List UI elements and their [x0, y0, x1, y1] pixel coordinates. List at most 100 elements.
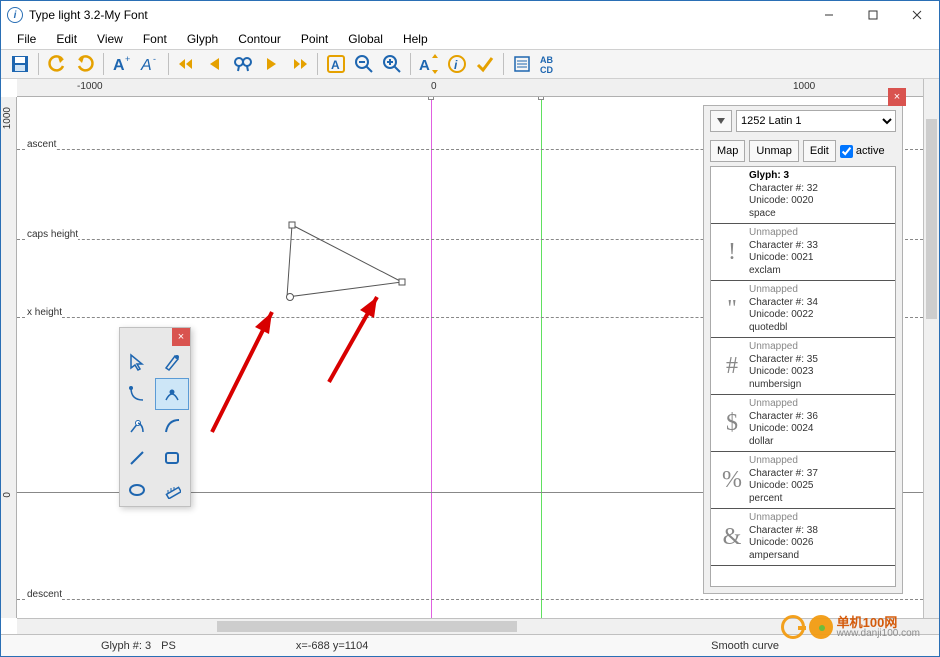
glyph-unicode: Unicode: 0022 — [749, 309, 814, 320]
glyph-name: percent — [749, 493, 782, 504]
svg-text:+: + — [125, 54, 130, 64]
prev-button[interactable] — [202, 51, 228, 77]
grid-button[interactable]: ABCD — [537, 51, 563, 77]
glyph-unicode: Unicode: 0020 — [749, 195, 814, 206]
glyph-name: exclam — [749, 265, 781, 276]
ruler-vertical[interactable]: 1000 0 — [1, 97, 17, 618]
font-smaller-button[interactable]: A- — [137, 51, 163, 77]
check-button[interactable] — [472, 51, 498, 77]
annotation-arrow — [197, 302, 287, 452]
scrollbar-thumb[interactable] — [217, 621, 517, 632]
tools-palette[interactable]: × — [119, 327, 191, 507]
glyph-name: ampersand — [749, 550, 799, 561]
caps-label: caps height — [27, 229, 78, 240]
glyph-item[interactable]: & Unmapped Character #: 38 Unicode: 0026… — [711, 509, 895, 566]
curve-tool[interactable] — [155, 410, 189, 442]
glyph-item[interactable]: % Unmapped Character #: 37 Unicode: 0025… — [711, 452, 895, 509]
undo-button[interactable] — [44, 51, 70, 77]
map-button[interactable]: Map — [710, 140, 745, 162]
minimize-button[interactable] — [807, 1, 851, 29]
status-coords: x=-688 y=1104 — [296, 640, 369, 652]
corner-tool[interactable] — [120, 378, 154, 410]
tools-close-button[interactable]: × — [172, 328, 190, 346]
guide-handle[interactable] — [428, 97, 434, 100]
glyph-a-button[interactable]: A — [323, 51, 349, 77]
encoding-dropdown-button[interactable] — [710, 110, 732, 132]
advance-line — [541, 97, 542, 618]
menu-global[interactable]: Global — [338, 30, 393, 48]
redo-button[interactable] — [72, 51, 98, 77]
transform-button[interactable]: A — [416, 51, 442, 77]
glyph-unicode: Unicode: 0024 — [749, 423, 814, 434]
maximize-button[interactable] — [851, 1, 895, 29]
info-button[interactable]: i — [444, 51, 470, 77]
zoom-out-button[interactable] — [351, 51, 377, 77]
edit-button[interactable]: Edit — [803, 140, 836, 162]
guide-handle[interactable] — [538, 97, 544, 100]
font-larger-button[interactable]: A+ — [109, 51, 135, 77]
zoom-in-button[interactable] — [379, 51, 405, 77]
panel-close-button[interactable]: × — [888, 88, 906, 106]
glyph-title: Glyph: 3 — [749, 170, 789, 181]
menu-glyph[interactable]: Glyph — [177, 30, 228, 48]
encoding-select[interactable]: 1252 Latin 1 — [736, 110, 896, 132]
glyph-name: dollar — [749, 436, 773, 447]
line-tool[interactable] — [120, 442, 154, 474]
smooth-tool[interactable] — [155, 378, 189, 410]
first-button[interactable] — [174, 51, 200, 77]
svg-text:CD: CD — [540, 65, 553, 74]
glyph-name: space — [749, 208, 776, 219]
find-button[interactable] — [230, 51, 256, 77]
menu-help[interactable]: Help — [393, 30, 438, 48]
menu-font[interactable]: Font — [133, 30, 177, 48]
glyph-name: numbersign — [749, 379, 801, 390]
workspace: -1000 0 1000 1000 0 ascent caps height x… — [1, 79, 939, 634]
scrollbar-thumb[interactable] — [926, 119, 937, 319]
glyph-item[interactable]: ! Unmapped Character #: 33 Unicode: 0021… — [711, 224, 895, 281]
glyph-unmapped: Unmapped — [749, 455, 798, 466]
scrollbar-vertical[interactable] — [923, 79, 939, 618]
glyph-item[interactable]: # Unmapped Character #: 35 Unicode: 0023… — [711, 338, 895, 395]
menu-view[interactable]: View — [87, 30, 133, 48]
close-button[interactable] — [895, 1, 939, 29]
glyph-char: $ — [715, 398, 749, 448]
svg-text:i: i — [454, 58, 458, 72]
glyph-item[interactable]: $ Unmapped Character #: 36 Unicode: 0024… — [711, 395, 895, 452]
glyph-charno: Character #: 38 — [749, 525, 818, 536]
last-button[interactable] — [286, 51, 312, 77]
list-button[interactable] — [509, 51, 535, 77]
glyph-unmapped: Unmapped — [749, 227, 798, 238]
unmap-button[interactable]: Unmap — [749, 140, 798, 162]
menu-edit[interactable]: Edit — [46, 30, 87, 48]
glyph-item[interactable]: Glyph: 3 Character #: 32 Unicode: 0020 s… — [711, 167, 895, 224]
glyph-name: quotedbl — [749, 322, 787, 333]
menu-file[interactable]: File — [7, 30, 46, 48]
rect-tool[interactable] — [155, 442, 189, 474]
ellipse-tool[interactable] — [120, 474, 154, 506]
title-doc: My Font — [104, 8, 147, 22]
active-checkbox[interactable]: active — [840, 145, 885, 158]
glyph-unmapped: Unmapped — [749, 398, 798, 409]
glyph-list[interactable]: Glyph: 3 Character #: 32 Unicode: 0020 s… — [710, 166, 896, 587]
pointer-tool[interactable] — [120, 346, 154, 378]
glyph-item[interactable]: " Unmapped Character #: 34 Unicode: 0022… — [711, 281, 895, 338]
glyph-char: & — [715, 512, 749, 562]
annotation-arrow — [317, 287, 397, 397]
glyph-unicode: Unicode: 0025 — [749, 480, 814, 491]
watermark: 单机100网 www.danji100.com — [781, 615, 920, 639]
status-ps: PS — [161, 640, 176, 652]
glyph-char: # — [715, 341, 749, 391]
status-glyph: Glyph #: 3 — [101, 640, 151, 652]
svg-text:AB: AB — [540, 55, 553, 65]
next-button[interactable] — [258, 51, 284, 77]
save-button[interactable] — [7, 51, 33, 77]
menu-contour[interactable]: Contour — [228, 30, 291, 48]
measure-tool[interactable] — [155, 474, 189, 506]
glyph-charno: Character #: 37 — [749, 468, 818, 479]
descent-label: descent — [27, 589, 62, 600]
tangent-tool[interactable] — [120, 410, 154, 442]
menu-point[interactable]: Point — [291, 30, 338, 48]
svg-text:A: A — [140, 57, 152, 74]
ruler-v-tick: 1000 — [2, 107, 13, 129]
pen-tool[interactable] — [155, 346, 189, 378]
